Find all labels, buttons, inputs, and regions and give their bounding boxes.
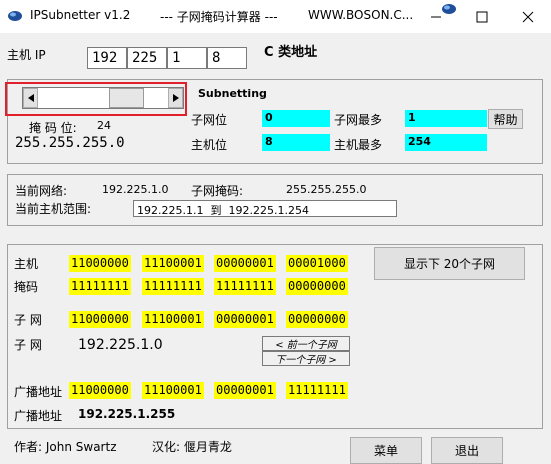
max-hosts-value: 254 [405, 134, 487, 151]
window-subtitle: --- 子网掩码计算器 --- [160, 10, 278, 24]
binary-broadcast-octet-3: 00000001 [214, 382, 276, 399]
ip-octet-2[interactable]: 225 [127, 47, 167, 69]
ip-octet-4[interactable]: 8 [207, 47, 247, 69]
binary-host-label: 主机 [14, 257, 39, 271]
mask-bits-label: 掩 码 位: [29, 121, 77, 135]
host-bits-label: 主机位 [191, 138, 228, 152]
host-range-field[interactable]: 192.225.1.1 到 192.225.1.254 [133, 200, 397, 217]
mask-bits-value: 24 [97, 119, 111, 132]
host-bits-value: 8 [262, 134, 330, 151]
binary-subnet-octet-1: 11000000 [69, 311, 131, 328]
arrow-left-icon [27, 94, 34, 102]
broadcast-label: 广播地址 [14, 385, 63, 399]
max-hosts-label: 主机最多 [334, 138, 383, 152]
close-button[interactable] [505, 0, 551, 33]
minimize-button[interactable] [413, 0, 459, 33]
binary-mask-octet-1: 11111111 [69, 278, 131, 295]
binary-broadcast-octet-4: 11111111 [286, 382, 348, 399]
binary-mask-octet-3: 11111111 [214, 278, 276, 295]
max-subnets-value: 1 [405, 110, 487, 127]
binary-mask-octet-4: 00000000 [286, 278, 348, 295]
mask-value: 255.255.255.0 [15, 135, 125, 151]
slider-right-arrow[interactable] [168, 88, 183, 108]
app-icon [7, 10, 23, 22]
help-button[interactable]: 帮助 [488, 109, 523, 129]
binary-host-octet-4: 00001000 [286, 255, 348, 272]
host-ip-label: 主机 IP [7, 48, 46, 62]
binary-host-octet-1: 11000000 [69, 255, 131, 272]
prev-subnet-button[interactable]: < 前一个子网 [262, 336, 350, 351]
translator-label: 汉化: 偃月青龙 [152, 440, 232, 454]
window-url: WWW.BOSON.C... [308, 8, 414, 22]
arrow-right-icon [172, 94, 179, 102]
close-icon [522, 11, 534, 22]
subnet-mask-value: 255.255.255.0 [286, 183, 367, 196]
exit-button[interactable]: 退出 [431, 437, 503, 464]
ip-octet-1[interactable]: 192 [87, 47, 127, 69]
maximize-button[interactable] [459, 0, 505, 33]
binary-subnet-octet-2: 11100001 [142, 311, 204, 328]
subnet-bits-label: 子网位 [191, 113, 228, 127]
broadcast-value-label: 广播地址 [14, 409, 63, 423]
ip-class-label: C 类地址 [264, 45, 318, 60]
menu-button[interactable]: 菜单 [350, 437, 422, 464]
maximize-icon [476, 11, 488, 22]
binary-subnet-label: 子 网 [14, 313, 42, 327]
slider-left-arrow[interactable] [23, 88, 38, 108]
subnet-value: 192.225.1.0 [78, 337, 163, 353]
ip-octet-3[interactable]: 1 [167, 47, 207, 69]
slider-thumb[interactable] [109, 88, 145, 108]
host-range-label: 当前主机范围: [15, 202, 92, 216]
show-subnets-button[interactable]: 显示下 20个子网 [374, 247, 525, 280]
subnet-bits-value: 0 [262, 110, 330, 127]
binary-mask-octet-2: 11111111 [142, 278, 204, 295]
subnet-value-label: 子 网 [14, 338, 42, 352]
binary-broadcast-octet-1: 11000000 [69, 382, 131, 399]
minimize-icon [431, 16, 441, 17]
subnetting-title: Subnetting [198, 87, 267, 100]
binary-broadcast-octet-2: 11100001 [142, 382, 204, 399]
max-subnets-label: 子网最多 [334, 113, 383, 127]
author-label: 作者: John Swartz [14, 440, 117, 454]
binary-subnet-octet-3: 00000001 [214, 311, 276, 328]
binary-host-octet-2: 11100001 [142, 255, 204, 272]
subnet-mask-label: 子网掩码: [191, 184, 244, 198]
mask-slider[interactable] [22, 87, 184, 109]
next-subnet-button[interactable]: 下一个子网 > [262, 351, 350, 366]
current-network-value: 192.225.1.0 [102, 183, 169, 196]
binary-mask-label: 掩码 [14, 280, 39, 294]
broadcast-value: 192.225.1.255 [78, 407, 176, 421]
binary-subnet-octet-4: 00000000 [286, 311, 348, 328]
binary-host-octet-3: 00000001 [214, 255, 276, 272]
window-title: IPSubnetter v1.2 [30, 8, 131, 22]
current-network-label: 当前网络: [15, 184, 68, 198]
